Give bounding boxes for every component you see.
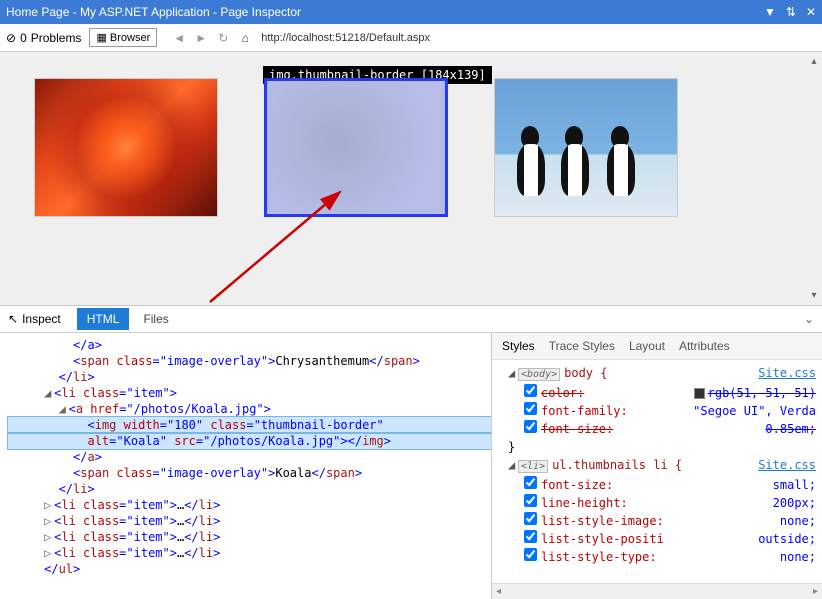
title-bar: Home Page - My ASP.NET Application - Pag…: [0, 0, 822, 24]
prop-toggle[interactable]: [524, 494, 537, 507]
window-buttons: ▼ ⇅ ✕: [764, 5, 816, 19]
prop-toggle[interactable]: [524, 548, 537, 561]
tree-text: Chrysanthemum: [275, 354, 369, 368]
css-prop: font-size:: [541, 422, 613, 436]
no-problems-icon: ⊘: [6, 31, 16, 45]
collapse-icon[interactable]: ▷: [44, 545, 54, 561]
tab-layout[interactable]: Layout: [629, 339, 665, 353]
expand-icon[interactable]: ◢: [44, 385, 54, 401]
styles-rules[interactable]: ◢<body>body {Site.css color: rgb(51, 51,…: [492, 360, 822, 583]
horizontal-scrollbar[interactable]: ◂▸: [492, 583, 822, 599]
css-val: small;: [773, 476, 816, 494]
thumbnail-row: [0, 52, 806, 217]
thumbnail-penguins[interactable]: [494, 78, 678, 217]
css-val: 0.85em;: [765, 420, 816, 438]
css-val: rgb(51, 51, 51): [708, 386, 816, 400]
tree-node[interactable]: </a>: [73, 338, 102, 352]
scroll-up-icon[interactable]: ▴: [811, 56, 816, 67]
inspect-icon: ↖: [8, 312, 18, 326]
scroll-down-icon[interactable]: ▾: [811, 290, 816, 301]
browser-preview: img.thumbnail-border [184x139]: [0, 52, 822, 305]
chevron-down-icon[interactable]: ⌄: [804, 312, 814, 326]
prop-toggle[interactable]: [524, 476, 537, 489]
vertical-scrollbar[interactable]: ▴ ▾: [806, 52, 822, 305]
prop-toggle[interactable]: [524, 402, 537, 415]
browser-button-label: Browser: [110, 32, 150, 44]
css-prop: font-size:: [541, 478, 613, 492]
tab-styles[interactable]: Styles: [502, 339, 535, 353]
problems-count: 0: [20, 31, 27, 45]
rule-close: }: [508, 440, 515, 454]
css-val: "Segoe UI", Verda: [693, 402, 816, 420]
back-icon[interactable]: ◄: [171, 31, 187, 45]
inspect-tool[interactable]: ↖ Inspect: [8, 312, 61, 326]
tab-files[interactable]: Files: [133, 308, 178, 330]
css-val: outside;: [758, 530, 816, 548]
nav-buttons: ◄ ► ↻ ⌂: [171, 31, 253, 45]
toolbar: ⊘ 0 Problems ▦ Browser ◄ ► ↻ ⌂ http://lo…: [0, 24, 822, 52]
forward-icon[interactable]: ►: [193, 31, 209, 45]
source-link[interactable]: Site.css: [758, 364, 816, 382]
close-icon[interactable]: ✕: [806, 5, 816, 19]
refresh-icon[interactable]: ↻: [215, 31, 231, 45]
styles-panel: Styles Trace Styles Layout Attributes ◢<…: [492, 333, 822, 599]
collapse-icon[interactable]: ▷: [44, 529, 54, 545]
thumbnail-koala-selected[interactable]: [264, 78, 448, 217]
html-tree-panel[interactable]: </a> <span class="image-overlay">Chrysan…: [0, 333, 492, 599]
inspector-toolbar: ↖ Inspect HTML Files ⌄: [0, 305, 822, 333]
problems-indicator[interactable]: ⊘ 0 Problems: [6, 31, 81, 45]
browser-button[interactable]: ▦ Browser: [89, 28, 157, 47]
window-title: Home Page - My ASP.NET Application - Pag…: [6, 5, 301, 19]
thumbnail-chrysanthemum[interactable]: [34, 78, 218, 217]
tab-attributes[interactable]: Attributes: [679, 339, 730, 353]
css-val: 200px;: [773, 494, 816, 512]
styles-tabs: Styles Trace Styles Layout Attributes: [492, 333, 822, 360]
collapse-icon[interactable]: ▷: [44, 497, 54, 513]
css-prop: list-style-image:: [541, 514, 664, 528]
inspect-label: Inspect: [22, 312, 61, 326]
css-val: none;: [780, 512, 816, 530]
prop-toggle[interactable]: [524, 420, 537, 433]
expand-icon[interactable]: ◢: [508, 456, 518, 474]
selected-node[interactable]: alt="Koala" src="/photos/Koala.jpg"></im…: [8, 433, 491, 449]
css-prop: color:: [541, 386, 584, 400]
prop-toggle[interactable]: [524, 384, 537, 397]
css-prop: list-style-positi: [541, 532, 664, 546]
prop-toggle[interactable]: [524, 530, 537, 543]
problems-label: Problems: [31, 31, 82, 45]
inspector-panels: </a> <span class="image-overlay">Chrysan…: [0, 333, 822, 599]
collapse-icon[interactable]: ▷: [44, 513, 54, 529]
selected-node[interactable]: <img width="180" class="thumbnail-border…: [8, 417, 491, 433]
expand-icon[interactable]: ◢: [508, 364, 518, 382]
color-swatch: [694, 388, 705, 399]
dropdown-icon[interactable]: ▼: [764, 5, 776, 19]
prop-toggle[interactable]: [524, 512, 537, 525]
tab-trace-styles[interactable]: Trace Styles: [549, 339, 615, 353]
url-display: http://localhost:51218/Default.aspx: [261, 32, 430, 44]
css-val: none;: [780, 548, 816, 566]
home-icon[interactable]: ⌂: [237, 31, 253, 45]
expand-icon[interactable]: ◢: [59, 401, 69, 417]
css-prop: font-family:: [541, 404, 628, 418]
browser-icon: ▦: [96, 32, 106, 44]
inspector-tabs: HTML Files: [77, 308, 179, 330]
tab-html[interactable]: HTML: [77, 308, 130, 330]
source-link[interactable]: Site.css: [758, 456, 816, 474]
css-prop: list-style-type:: [541, 550, 657, 564]
tree-text: Koala: [275, 466, 311, 480]
pin-icon[interactable]: ⇅: [786, 5, 796, 19]
css-prop: line-height:: [541, 496, 628, 510]
